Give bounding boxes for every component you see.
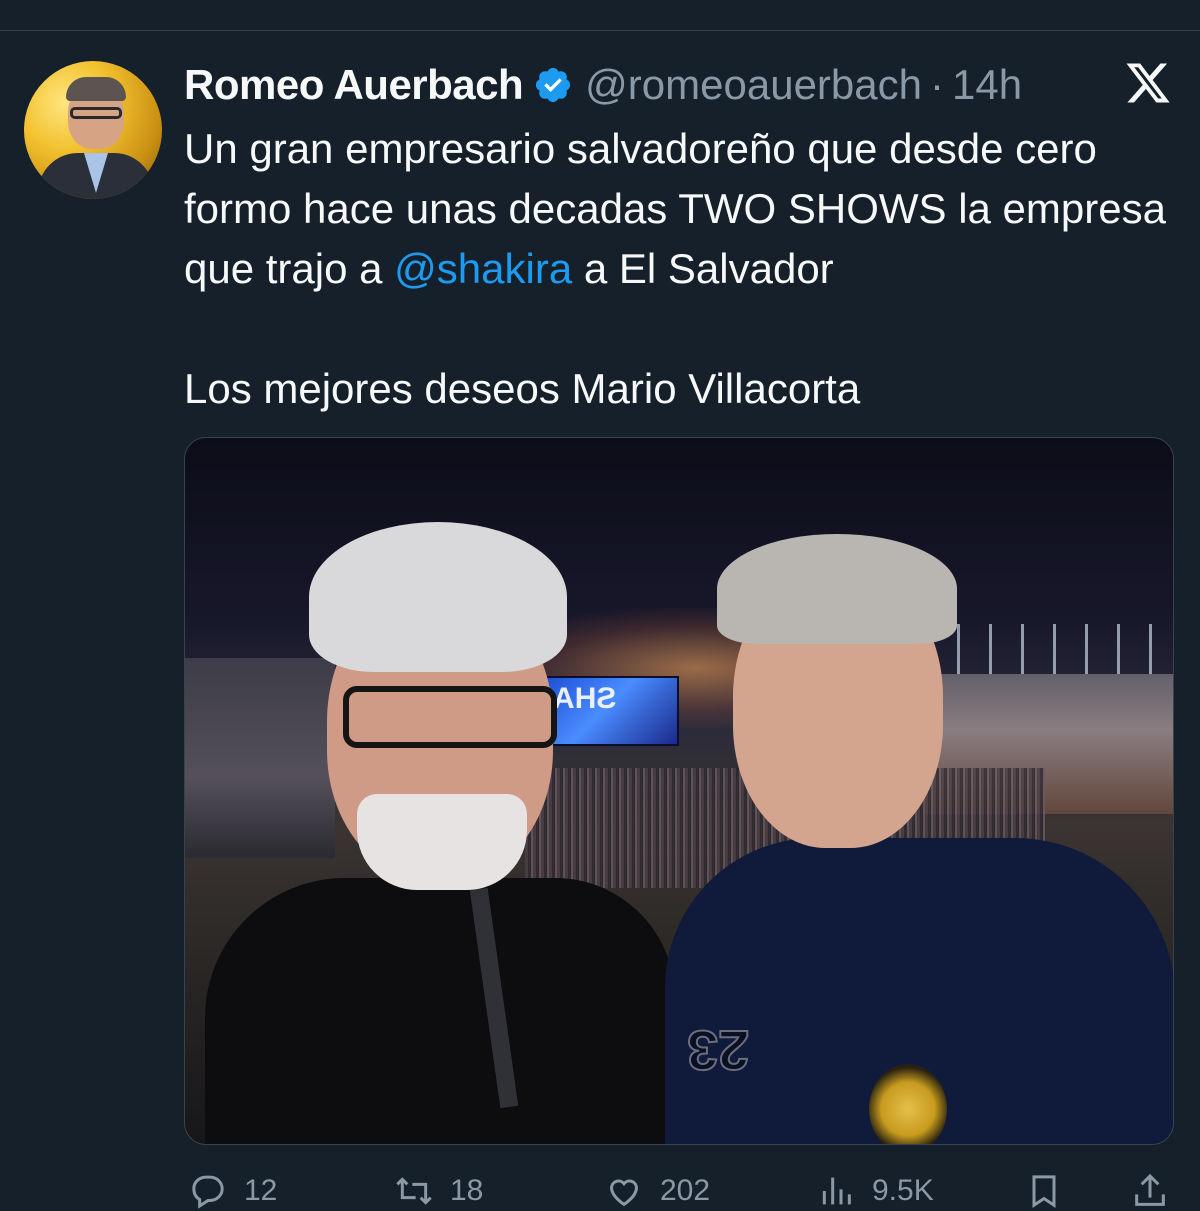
reply-icon [192,1175,224,1209]
person-left-hair [309,522,567,672]
tweet-text-part2: a El Salvador [572,245,834,292]
display-name[interactable]: Romeo Auerbach [184,61,524,109]
tweet-header: Romeo Auerbach @romeoauerbach · 14h [184,53,1022,117]
flags-row [925,624,1165,674]
tweet-actions: 12 18 202 9.5K [184,1171,1174,1211]
views-button[interactable]: 9.5K [816,1171,934,1211]
views-icon [822,1177,851,1205]
person-left-glasses [343,686,557,748]
person-left-beard [357,794,527,890]
avatar-glasses [70,107,122,119]
person-right-hair [717,534,957,644]
retweet-count: 18 [450,1174,484,1207]
jersey-badge [869,1064,947,1144]
share-button[interactable] [1130,1171,1170,1211]
bookmark-button[interactable] [1024,1171,1064,1211]
avatar[interactable] [24,61,162,199]
tweet-photo[interactable]: SHA 23 [184,437,1174,1145]
mention-link[interactable]: @shakira [394,245,572,292]
share-icon [1135,1173,1165,1206]
separator-dot: · [930,61,944,108]
avatar-hair [66,77,126,101]
bookmark-icon [1032,1175,1056,1208]
jersey-number: 23 [686,1018,750,1083]
like-button[interactable]: 202 [604,1171,710,1211]
retweet-icon [396,1177,432,1205]
handle[interactable]: @romeoauerbach [585,61,922,109]
views-count: 9.5K [872,1174,934,1207]
verified-badge-icon [536,67,571,103]
like-count: 202 [660,1174,711,1207]
left-structure [185,658,335,858]
tweet-card[interactable]: Romeo Auerbach @romeoauerbach · 14h Un g… [0,31,1200,1209]
reply-button[interactable]: 12 [188,1171,277,1211]
timestamp[interactable]: 14h [952,61,1022,109]
tweet-text: Un gran empresario salvadoreño que desde… [184,119,1174,419]
retweet-button[interactable]: 18 [394,1171,483,1211]
tweet-text-paragraph2: Los mejores deseos Mario Villacorta [184,365,861,412]
reply-count: 12 [244,1174,278,1207]
person-left-body [205,878,675,1144]
heart-icon [609,1179,639,1207]
concert-screen-text: SHA [553,682,617,715]
x-logo-icon [1126,63,1170,103]
